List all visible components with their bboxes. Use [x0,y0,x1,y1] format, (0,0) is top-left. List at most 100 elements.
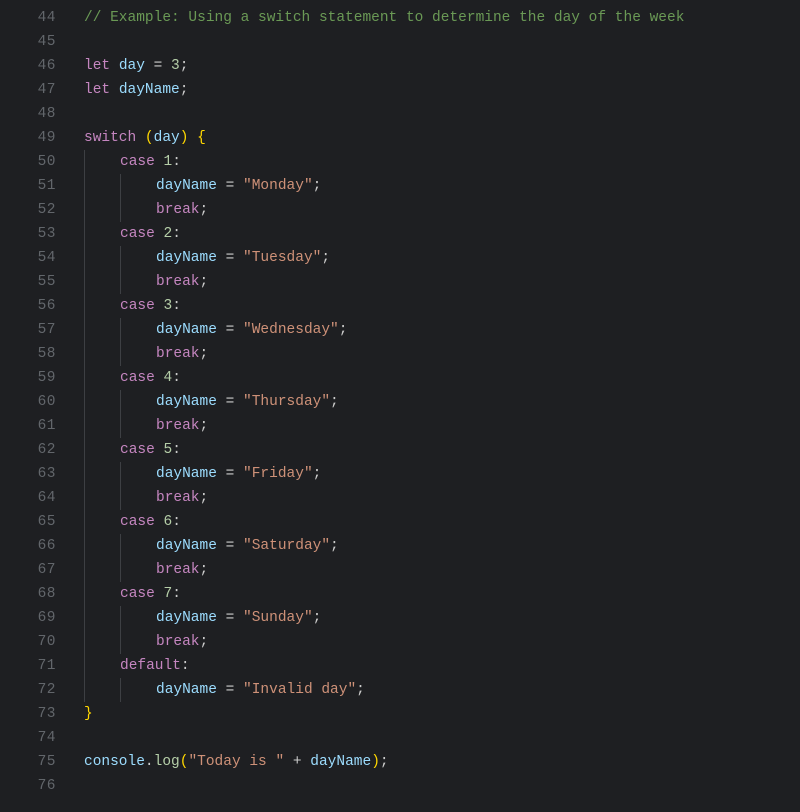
code-content[interactable]: dayName = "Tuesday"; [60,246,330,270]
code-line[interactable]: 70break; [0,630,800,654]
code-content[interactable]: case 1: [60,150,181,174]
line-number: 70 [0,630,60,654]
code-line[interactable]: 69dayName = "Sunday"; [0,606,800,630]
token-ctrl: case [120,366,155,390]
code-content[interactable]: break; [60,198,208,222]
indent-guide [84,318,86,342]
indent-guide [84,294,86,318]
space [217,462,226,486]
indent-guide [84,582,86,606]
indent-guide [120,558,122,582]
code-content[interactable]: console.log("Today is " + dayName); [60,750,389,774]
code-line[interactable]: 75console.log("Today is " + dayName); [0,750,800,774]
code-line[interactable]: 59case 4: [0,366,800,390]
code-line[interactable]: 54dayName = "Tuesday"; [0,246,800,270]
code-line[interactable]: 44// Example: Using a switch statement t… [0,6,800,30]
code-content[interactable]: case 4: [60,366,181,390]
code-line[interactable]: 65case 6: [0,510,800,534]
code-content[interactable]: dayName = "Friday"; [60,462,321,486]
token-ctrl: case [120,150,155,174]
code-content[interactable]: break; [60,630,208,654]
code-line[interactable]: 64break; [0,486,800,510]
code-line[interactable]: 55break; [0,270,800,294]
line-number: 56 [0,294,60,318]
code-line[interactable]: 60dayName = "Thursday"; [0,390,800,414]
code-line[interactable]: 48 [0,102,800,126]
line-number: 51 [0,174,60,198]
code-content[interactable]: dayName = "Sunday"; [60,606,321,630]
code-line[interactable]: 58break; [0,342,800,366]
token-punc: ; [313,462,322,486]
code-content[interactable]: dayName = "Wednesday"; [60,318,347,342]
token-ident: dayName [156,606,217,630]
code-line[interactable]: 57dayName = "Wednesday"; [0,318,800,342]
code-editor[interactable]: 44// Example: Using a switch statement t… [0,0,800,798]
code-content[interactable]: break; [60,414,208,438]
code-line[interactable]: 45 [0,30,800,54]
code-line[interactable]: 56case 3: [0,294,800,318]
code-content[interactable]: break; [60,342,208,366]
code-line[interactable]: 71default: [0,654,800,678]
token-num: 6 [164,510,173,534]
code-content[interactable]: switch (day) { [60,126,206,150]
token-punc: ; [200,270,209,294]
code-content[interactable] [60,30,84,54]
code-content[interactable]: dayName = "Monday"; [60,174,321,198]
token-string: "Wednesday" [243,318,339,342]
space [110,54,119,78]
space [188,126,197,150]
token-string: "Saturday" [243,534,330,558]
code-content[interactable]: let day = 3; [60,54,188,78]
code-content[interactable]: case 7: [60,582,181,606]
line-number: 47 [0,78,60,102]
code-content[interactable]: case 3: [60,294,181,318]
code-line[interactable]: 73} [0,702,800,726]
code-line[interactable]: 67break; [0,558,800,582]
code-content[interactable]: dayName = "Invalid day"; [60,678,365,702]
code-content[interactable]: default: [60,654,190,678]
token-num: 7 [164,582,173,606]
space [234,678,243,702]
code-content[interactable]: let dayName; [60,78,188,102]
code-content[interactable] [60,102,84,126]
code-line[interactable]: 49switch (day) { [0,126,800,150]
code-line[interactable]: 63dayName = "Friday"; [0,462,800,486]
code-content[interactable]: break; [60,558,208,582]
code-line[interactable]: 61break; [0,414,800,438]
code-content[interactable]: case 2: [60,222,181,246]
token-paren-y: } [84,702,93,726]
line-number: 64 [0,486,60,510]
indent-guide [120,198,122,222]
code-line[interactable]: 47let dayName; [0,78,800,102]
code-line[interactable]: 53case 2: [0,222,800,246]
code-content[interactable]: break; [60,486,208,510]
token-ident: dayName [156,174,217,198]
code-line[interactable]: 68case 7: [0,582,800,606]
line-number: 66 [0,534,60,558]
code-line[interactable]: 74 [0,726,800,750]
code-line[interactable]: 51dayName = "Monday"; [0,174,800,198]
code-content[interactable]: } [60,702,93,726]
code-line[interactable]: 46let day = 3; [0,54,800,78]
space [155,150,164,174]
code-line[interactable]: 50case 1: [0,150,800,174]
code-content[interactable]: // Example: Using a switch statement to … [60,6,684,30]
code-line[interactable]: 76 [0,774,800,798]
line-number: 65 [0,510,60,534]
code-content[interactable]: break; [60,270,208,294]
code-line[interactable]: 62case 5: [0,438,800,462]
code-content[interactable]: dayName = "Saturday"; [60,534,339,558]
code-line[interactable]: 66dayName = "Saturday"; [0,534,800,558]
token-paren-y: ( [145,126,154,150]
token-ctrl: break [156,414,200,438]
code-content[interactable] [60,774,84,798]
code-content[interactable]: case 5: [60,438,181,462]
code-line[interactable]: 72dayName = "Invalid day"; [0,678,800,702]
code-content[interactable] [60,726,84,750]
token-paren-y: ( [180,750,189,774]
token-punc: . [145,750,154,774]
code-line[interactable]: 52break; [0,198,800,222]
code-content[interactable]: dayName = "Thursday"; [60,390,339,414]
token-punc: ; [339,318,348,342]
code-content[interactable]: case 6: [60,510,181,534]
